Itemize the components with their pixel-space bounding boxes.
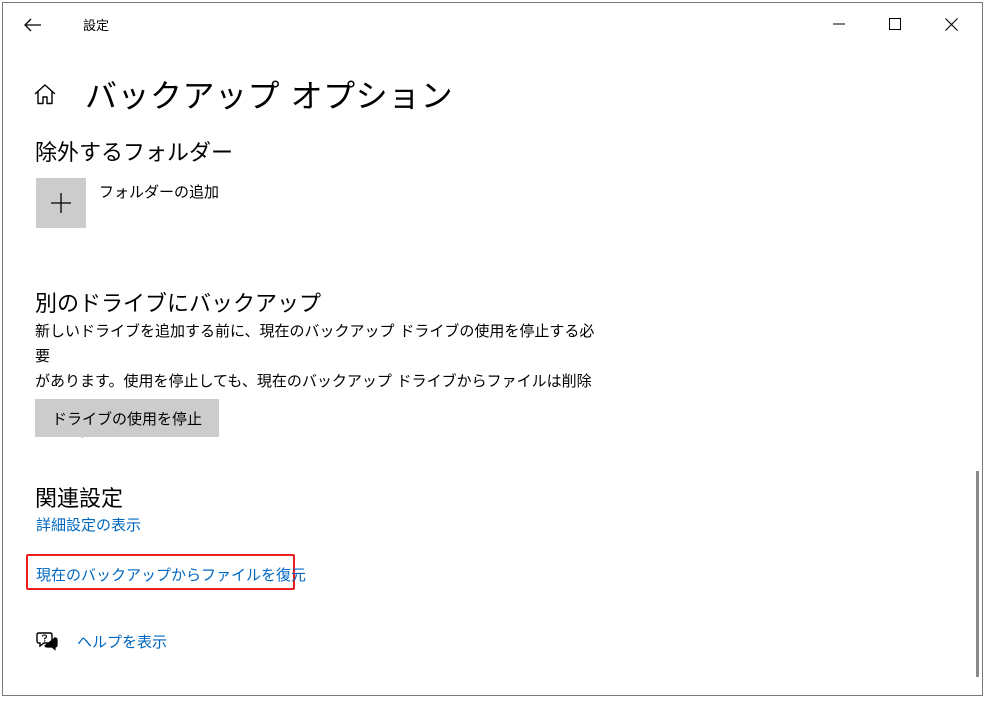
minimize-icon (833, 23, 845, 25)
backup-other-drive-heading: 別のドライブにバックアップ (35, 292, 322, 317)
add-folder-label[interactable]: フォルダーの追加 (99, 181, 219, 202)
stop-using-drive-button[interactable]: ドライブの使用を停止 (35, 399, 219, 437)
home-button[interactable] (31, 80, 59, 108)
get-help-link[interactable]: ヘルプを表示 (77, 631, 167, 652)
maximize-button[interactable] (867, 3, 923, 45)
scrollbar[interactable] (976, 471, 979, 677)
related-settings-heading: 関連設定 (35, 487, 124, 512)
help-chat-icon (36, 632, 58, 651)
help-icon-wrap (35, 629, 59, 653)
page-title: バックアップ オプション (85, 77, 454, 115)
title-bar: 設定 (3, 3, 982, 45)
back-arrow-icon (24, 18, 41, 32)
page-header: バックアップ オプション (31, 69, 453, 119)
description-line: 新しいドライブを追加する前に、現在のバックアップ ドライブの使用を停止する必要 (35, 322, 595, 365)
restore-files-link[interactable]: 現在のバックアップからファイルを復元 (36, 564, 306, 585)
maximize-icon (889, 18, 901, 30)
settings-window: 設定 バックアップ オプション 除外するフォルダー フォルダーの追加 別のドライ… (2, 2, 983, 696)
home-icon (34, 84, 56, 105)
close-button[interactable] (923, 3, 979, 45)
plus-icon (51, 193, 71, 213)
back-button[interactable] (15, 9, 51, 41)
close-icon (944, 17, 958, 31)
get-help-row[interactable]: ヘルプを表示 (35, 629, 167, 653)
window-title: 設定 (83, 19, 110, 34)
minimize-button[interactable] (811, 3, 867, 45)
add-folder-button[interactable] (36, 178, 86, 228)
exclude-folders-heading: 除外するフォルダー (35, 141, 234, 166)
advanced-settings-link[interactable]: 詳細設定の表示 (36, 514, 141, 535)
